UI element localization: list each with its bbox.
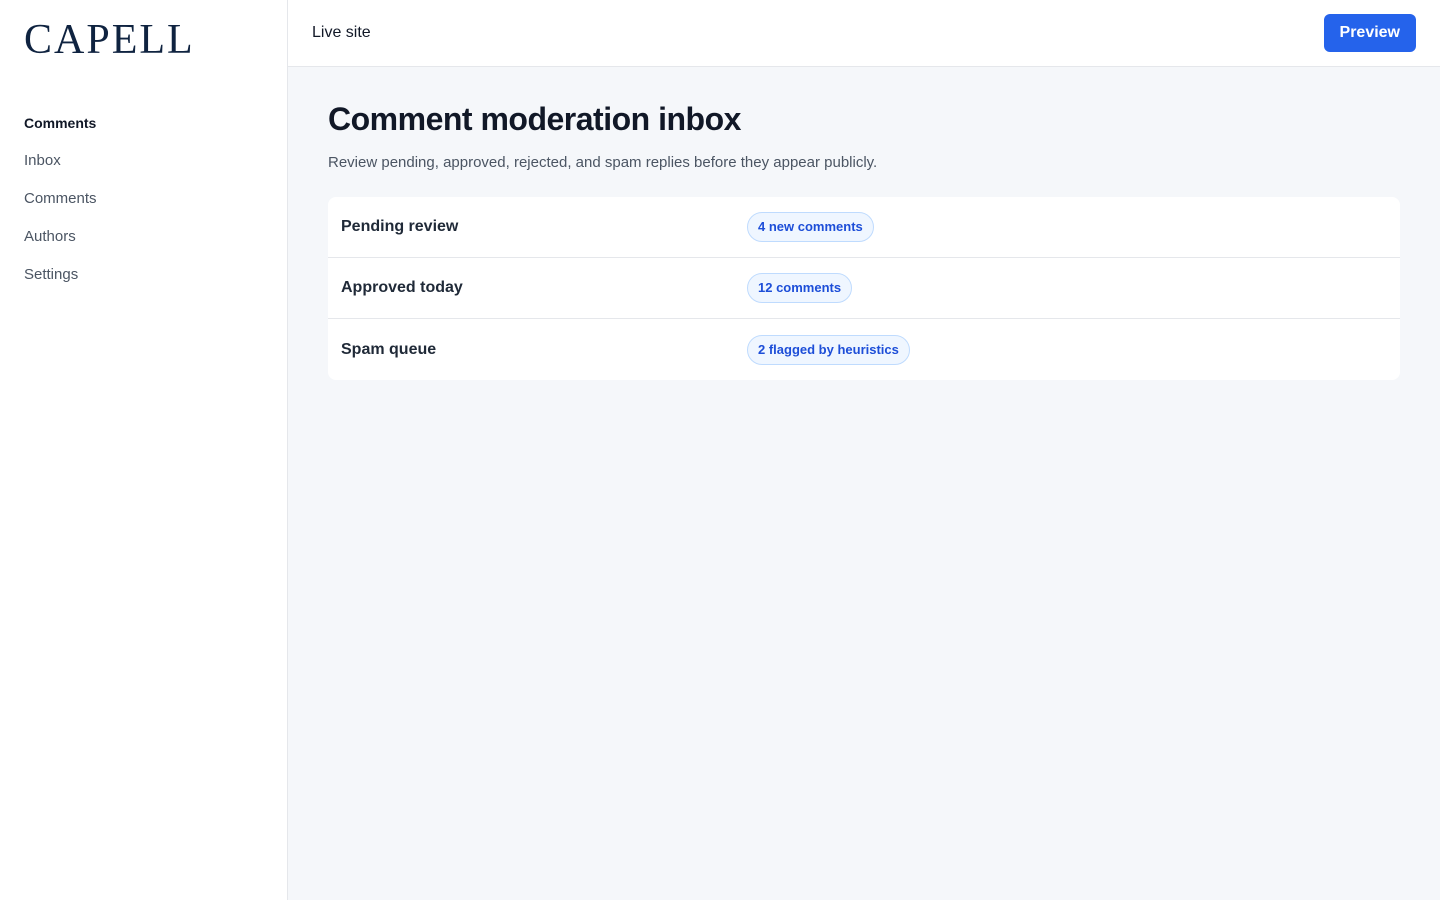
summary-card: Pending review 4 new comments Approved t… xyxy=(328,197,1400,380)
page-content: Comment moderation inbox Review pending,… xyxy=(288,67,1440,414)
page-title: Comment moderation inbox xyxy=(328,101,741,137)
summary-row-label: Approved today xyxy=(341,279,463,296)
preview-button[interactable]: Preview xyxy=(1323,14,1416,52)
app-shell: CAPELL Comments Inbox Comments Authors S… xyxy=(0,0,1440,900)
summary-row-label: Pending review xyxy=(341,218,459,235)
count-badge: 12 comments xyxy=(747,273,853,303)
sidebar-item-settings[interactable]: Settings xyxy=(24,266,263,304)
sidebar-section-heading: Comments xyxy=(24,115,97,131)
top-bar: Live site Preview xyxy=(288,0,1440,67)
sidebar-nav: Inbox Comments Authors Settings xyxy=(24,152,263,304)
sidebar: CAPELL Comments Inbox Comments Authors S… xyxy=(0,0,288,900)
count-badge: 2 flagged by heuristics xyxy=(747,334,910,365)
summary-row-spam: Spam queue 2 flagged by heuristics xyxy=(328,319,1400,380)
page-subtitle: Review pending, approved, rejected, and … xyxy=(328,154,878,171)
summary-row-approved: Approved today 12 comments xyxy=(328,258,1400,319)
count-badge: 4 new comments xyxy=(747,212,874,242)
sidebar-item-inbox[interactable]: Inbox xyxy=(24,152,263,190)
sidebar-item-comments[interactable]: Comments xyxy=(24,190,263,228)
summary-row-pending: Pending review 4 new comments xyxy=(328,197,1400,258)
brand-logo[interactable]: CAPELL xyxy=(24,19,263,61)
sidebar-item-authors[interactable]: Authors xyxy=(24,228,263,266)
main-area: Live site Preview Comment moderation inb… xyxy=(288,0,1440,900)
live-site-link[interactable]: Live site xyxy=(312,24,371,42)
summary-row-label: Spam queue xyxy=(341,340,437,358)
